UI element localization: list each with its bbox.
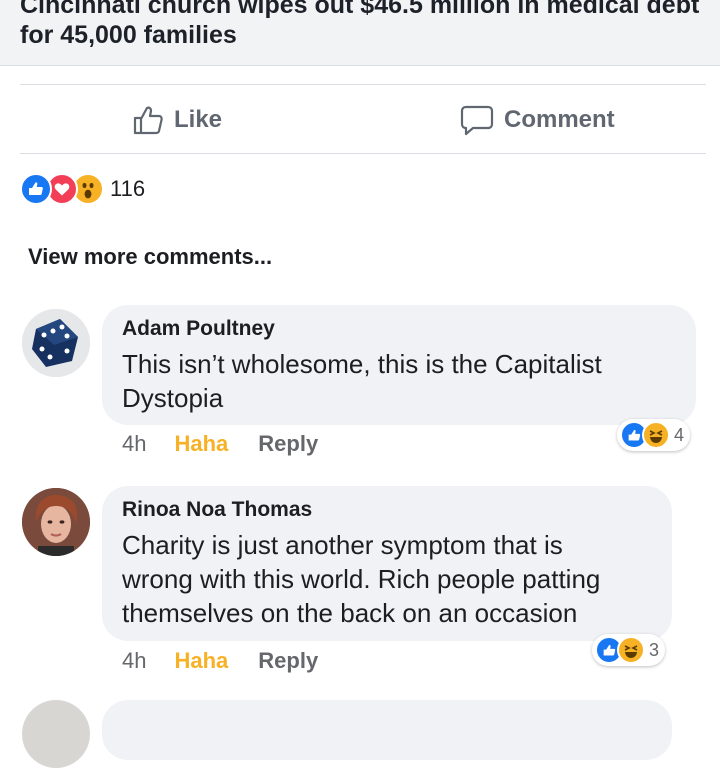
comment-button[interactable]: Comment [460,100,615,140]
haha-reaction-button[interactable]: Haha [174,648,228,674]
avatar[interactable] [22,488,90,556]
divider-top [20,84,706,85]
comment-author[interactable]: Rinoa Noa Thomas [122,498,312,522]
comment-time[interactable]: 4h [122,648,146,674]
reply-button[interactable]: Reply [258,648,318,674]
comment-text-line: This isn’t wholesome, this is the Capita… [122,349,602,379]
comment-text-line: Dystopia [122,383,224,413]
reactions-summary[interactable]: 116 [20,172,145,206]
comment-reaction-count: 3 [649,639,660,660]
comment-reaction-count: 4 [674,424,685,445]
comment-text-line: Charity is just another symptom that is [122,530,563,560]
view-more-comments-link[interactable]: View more comments... [28,244,272,270]
like-button[interactable]: Like [132,100,222,140]
link-title[interactable]: Cincinnati church wipes out $46.5 millio… [20,0,710,50]
link-preview-card[interactable]: Cincinnati church wipes out $46.5 millio… [0,0,720,66]
divider-bottom [20,153,706,154]
comment-item: Rinoa Noa Thomas Charity is just another… [0,486,720,686]
comment-text-line: themselves on the back on an occasion [122,598,578,628]
reply-button[interactable]: Reply [258,431,318,457]
like-icon [20,173,52,205]
haha-reaction-button[interactable]: Haha [174,431,228,457]
comment-author[interactable]: Adam Poultney [122,317,275,341]
comment-reactions[interactable]: 4 [617,419,691,451]
comment-item: Adam Poultney This isn’t wholesome, this… [0,305,720,465]
haha-icon [642,421,670,449]
like-button-label: Like [174,106,223,133]
comment-meta: 4h Haha Reply [122,648,318,674]
comment-bubble-icon [460,105,494,136]
haha-icon [617,636,645,664]
thumbs-up-icon [133,106,163,135]
comment-text: This isn’t wholesome, this is the Capita… [122,347,602,415]
avatar[interactable] [22,700,90,768]
comment-bubble[interactable]: Rinoa Noa Thomas Charity is just another… [102,486,672,641]
reaction-count: 116 [110,176,146,201]
comment-time[interactable]: 4h [122,431,146,457]
comment-bubble[interactable]: Adam Poultney This isn’t wholesome, this… [102,305,696,425]
comment-reactions[interactable]: 3 [592,634,666,666]
comment-bubble[interactable] [102,700,672,760]
comment-button-label: Comment [504,106,615,133]
comment-text: Charity is just another symptom that is … [122,528,600,630]
comment-meta: 4h Haha Reply [122,431,318,457]
avatar[interactable] [22,309,90,377]
comment-text-line: wrong with this world. Rich people patti… [122,564,601,594]
